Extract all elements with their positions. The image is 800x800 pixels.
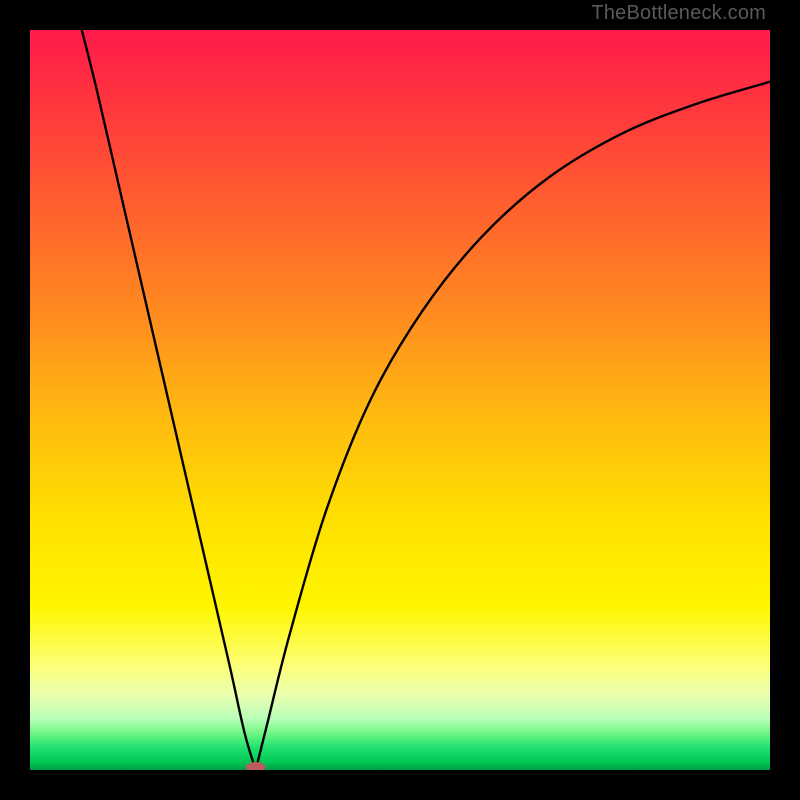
plot-area — [30, 30, 770, 770]
vertex-marker — [246, 762, 266, 770]
watermark-text: TheBottleneck.com — [591, 2, 766, 25]
curve-path — [82, 30, 770, 770]
bottleneck-curve — [30, 30, 770, 770]
chart-frame: TheBottleneck.com — [0, 0, 800, 800]
